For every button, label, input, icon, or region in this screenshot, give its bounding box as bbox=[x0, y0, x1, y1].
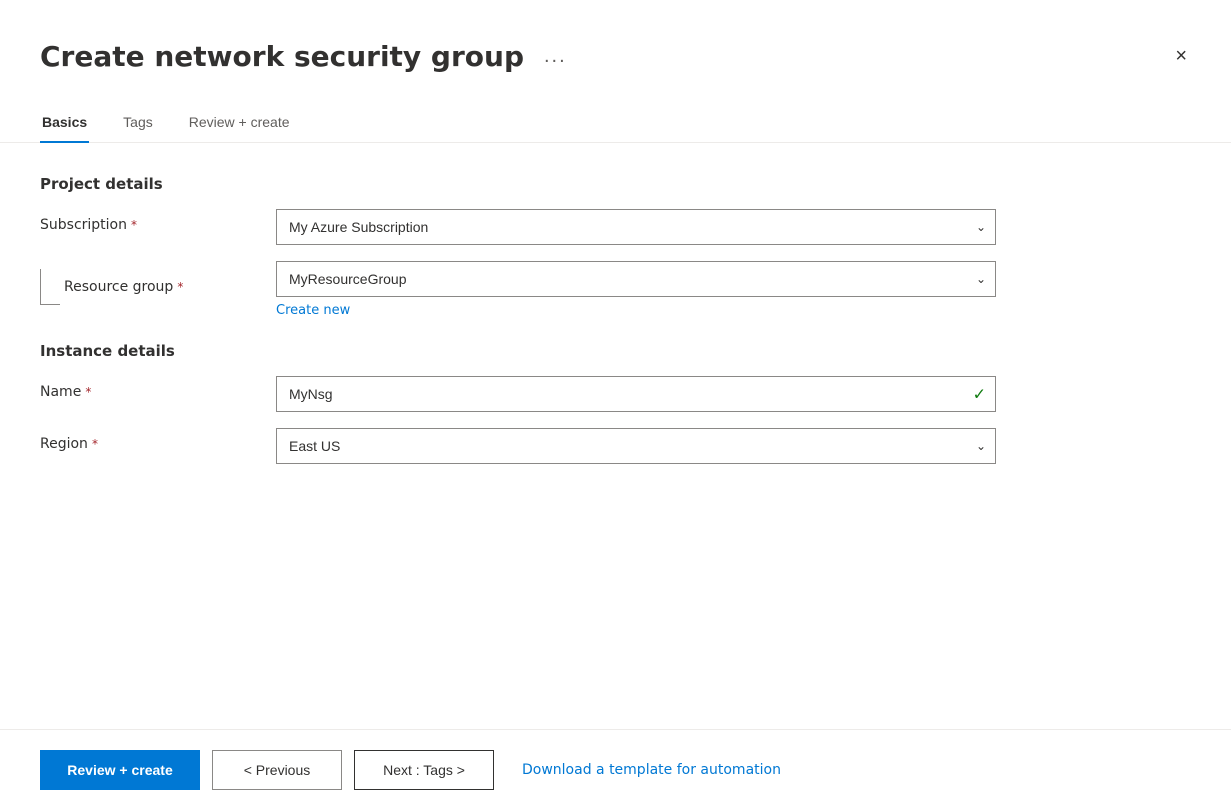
region-dropdown[interactable]: East USWest USEast US 2West EuropeNorth … bbox=[276, 428, 996, 464]
subscription-row: Subscription * My Azure Subscription ⌄ bbox=[40, 209, 1191, 245]
ellipsis-button[interactable]: ... bbox=[536, 41, 575, 72]
resource-group-label: Resource group bbox=[64, 279, 173, 295]
create-new-link[interactable]: Create new bbox=[276, 303, 350, 318]
name-control: ✓ bbox=[276, 376, 996, 412]
name-valid-icon: ✓ bbox=[973, 384, 986, 403]
name-input-wrapper: ✓ bbox=[276, 376, 996, 412]
region-row: Region * East USWest USEast US 2West Eur… bbox=[40, 428, 1191, 464]
tab-basics[interactable]: Basics bbox=[40, 106, 89, 142]
project-details-title: Project details bbox=[40, 175, 1191, 193]
footer: Review + create < Previous Next : Tags >… bbox=[0, 729, 1231, 810]
form-content: Project details Subscription * My Azure … bbox=[0, 143, 1231, 729]
review-create-button[interactable]: Review + create bbox=[40, 750, 200, 790]
name-input[interactable] bbox=[276, 376, 996, 412]
region-label: Region * bbox=[40, 428, 260, 452]
subscription-control: My Azure Subscription ⌄ bbox=[276, 209, 996, 245]
next-button[interactable]: Next : Tags > bbox=[354, 750, 494, 790]
project-details-section: Project details Subscription * My Azure … bbox=[40, 175, 1191, 318]
dialog-title: Create network security group bbox=[40, 40, 524, 74]
resource-group-dropdown-wrapper: MyResourceGroup ⌄ bbox=[276, 261, 996, 297]
tab-review-create[interactable]: Review + create bbox=[187, 106, 292, 142]
resource-group-label-area: Resource group * bbox=[40, 261, 260, 305]
resource-group-row: Resource group * MyResourceGroup ⌄ Creat… bbox=[40, 261, 1191, 318]
tabs-container: Basics Tags Review + create bbox=[0, 74, 1231, 143]
automation-template-link[interactable]: Download a template for automation bbox=[522, 762, 781, 778]
instance-details-section: Instance details Name * ✓ Region bbox=[40, 342, 1191, 464]
name-row: Name * ✓ bbox=[40, 376, 1191, 412]
create-nsg-dialog: Create network security group ... × Basi… bbox=[0, 0, 1231, 810]
resource-group-dropdown[interactable]: MyResourceGroup bbox=[276, 261, 996, 297]
name-required: * bbox=[85, 385, 91, 399]
resource-group-control: MyResourceGroup ⌄ Create new bbox=[276, 261, 996, 318]
region-dropdown-wrapper: East USWest USEast US 2West EuropeNorth … bbox=[276, 428, 996, 464]
subscription-required: * bbox=[131, 218, 137, 232]
subscription-dropdown-wrapper: My Azure Subscription ⌄ bbox=[276, 209, 996, 245]
subscription-dropdown[interactable]: My Azure Subscription bbox=[276, 209, 996, 245]
tab-tags[interactable]: Tags bbox=[121, 106, 155, 142]
dialog-header: Create network security group ... × bbox=[0, 0, 1231, 74]
subscription-label: Subscription * bbox=[40, 209, 260, 233]
previous-button[interactable]: < Previous bbox=[212, 750, 342, 790]
region-required: * bbox=[92, 437, 98, 451]
indent-line bbox=[40, 269, 60, 305]
resource-group-required: * bbox=[177, 280, 183, 294]
dialog-title-area: Create network security group ... bbox=[40, 40, 575, 74]
region-control: East USWest USEast US 2West EuropeNorth … bbox=[276, 428, 996, 464]
close-button[interactable]: × bbox=[1171, 41, 1191, 72]
instance-details-title: Instance details bbox=[40, 342, 1191, 360]
name-label: Name * bbox=[40, 376, 260, 400]
